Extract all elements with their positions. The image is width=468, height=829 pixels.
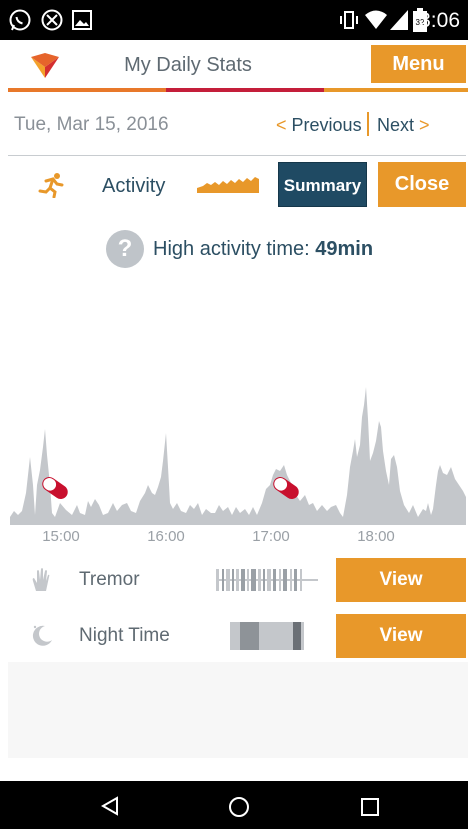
high-activity-value: 49min bbox=[315, 238, 374, 260]
system-nav-bar bbox=[0, 781, 468, 829]
running-icon bbox=[38, 173, 64, 198]
footer-panel bbox=[8, 662, 468, 758]
signal-icon bbox=[390, 10, 408, 30]
menu-button[interactable]: Menu bbox=[371, 45, 466, 83]
status-time: 3:06 bbox=[419, 9, 460, 32]
vibrate-icon bbox=[340, 11, 358, 29]
x-tick-label: 16:00 bbox=[147, 528, 185, 545]
date-navigation: Tue, Mar 15, 2016 < Previous Next > bbox=[0, 104, 468, 148]
night-time-view-button[interactable]: View bbox=[336, 614, 466, 658]
high-activity-text: High activity time: 49min bbox=[153, 238, 373, 261]
tremor-row: Tremor View bbox=[0, 557, 468, 603]
recents-icon[interactable] bbox=[360, 797, 380, 817]
high-activity-label: High activity time: bbox=[153, 238, 316, 260]
activity-row: Activity Summary Close bbox=[0, 160, 468, 210]
blocked-icon bbox=[41, 9, 63, 31]
back-icon[interactable] bbox=[100, 796, 120, 816]
x-tick-label: 15:00 bbox=[42, 528, 80, 545]
next-label: Next bbox=[377, 115, 415, 135]
activity-sparkline bbox=[197, 177, 259, 193]
previous-link[interactable]: < Previous bbox=[276, 115, 362, 136]
home-icon[interactable] bbox=[228, 796, 250, 818]
previous-label: Previous bbox=[291, 115, 362, 135]
tremor-strip bbox=[216, 569, 318, 591]
image-icon bbox=[72, 10, 92, 30]
status-bar: 32 3:06 bbox=[0, 0, 468, 40]
night-time-label: Night Time bbox=[79, 625, 170, 646]
nav-separator bbox=[367, 112, 369, 136]
header-divider bbox=[8, 88, 468, 92]
chevron-right-icon: > bbox=[419, 115, 430, 135]
close-button[interactable]: Close bbox=[378, 162, 466, 207]
hand-icon bbox=[32, 568, 50, 591]
moon-icon bbox=[32, 625, 52, 646]
tremor-view-button[interactable]: View bbox=[336, 558, 466, 602]
chevron-left-icon: < bbox=[276, 115, 287, 135]
activity-label: Activity bbox=[102, 175, 166, 197]
x-tick-label: 17:00 bbox=[252, 528, 290, 545]
divider bbox=[8, 155, 466, 156]
wifi-icon bbox=[365, 10, 387, 29]
page-title: My Daily Stats bbox=[124, 54, 252, 76]
night-time-row: Night Time View bbox=[0, 613, 468, 659]
app-header: My Daily Stats Menu bbox=[0, 40, 468, 90]
whatsapp-icon bbox=[9, 9, 31, 31]
activity-chart: 15:0016:0017:0018:001 bbox=[0, 270, 468, 560]
tremor-label: Tremor bbox=[79, 569, 140, 590]
activity-area bbox=[10, 387, 466, 525]
night-time-strip bbox=[230, 622, 304, 650]
help-icon[interactable]: ? bbox=[106, 230, 144, 268]
current-date: Tue, Mar 15, 2016 bbox=[14, 114, 169, 135]
x-tick-label: 18:00 bbox=[357, 528, 395, 545]
activity-chart-svg: 15:0016:0017:0018:001 bbox=[10, 387, 466, 545]
high-activity-summary: ? High activity time: 49min bbox=[0, 228, 468, 270]
summary-button[interactable]: Summary bbox=[278, 162, 367, 207]
next-link[interactable]: Next > bbox=[377, 115, 430, 136]
